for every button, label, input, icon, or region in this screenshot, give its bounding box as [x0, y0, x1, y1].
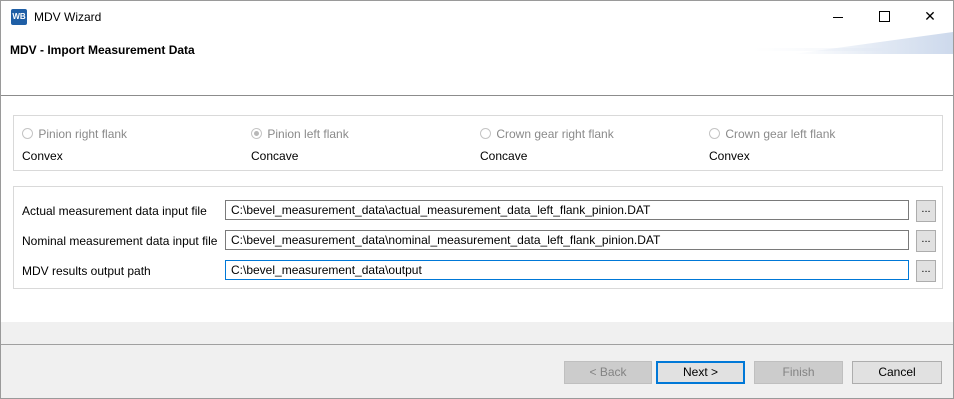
next-button[interactable]: Next > [656, 361, 745, 384]
flank-type-label: Convex [22, 149, 63, 163]
actual-data-input[interactable]: C:\bevel_measurement_data\actual_measure… [225, 200, 909, 220]
mdv-wizard-window: WB MDV Wizard ✕ MDV - Import Measurement… [0, 0, 954, 399]
banner-decoration-graphic [793, 32, 953, 54]
flank-selection-group: Pinion right flank Convex Pinion left fl… [13, 115, 943, 171]
nominal-data-row: Nominal measurement data input file C:\b… [14, 228, 942, 252]
back-button[interactable]: < Back [564, 361, 652, 384]
radio-row[interactable]: Pinion left flank [251, 126, 349, 141]
output-path-input[interactable]: C:\bevel_measurement_data\output [225, 260, 909, 280]
maximize-icon [879, 11, 890, 22]
output-path-label: MDV results output path [22, 264, 151, 278]
workbench-app-icon: WB [11, 9, 27, 25]
window-title: MDV Wizard [34, 10, 102, 24]
radio-row[interactable]: Crown gear left flank [709, 126, 835, 141]
crown-gear-left-flank-radio[interactable] [709, 128, 720, 140]
close-icon: ✕ [924, 8, 936, 24]
nominal-data-input[interactable]: C:\bevel_measurement_data\nominal_measur… [225, 230, 909, 250]
actual-data-row: Actual measurement data input file C:\be… [14, 198, 942, 222]
close-button[interactable]: ✕ [907, 1, 953, 32]
output-path-row: MDV results output path C:\bevel_measure… [14, 258, 942, 282]
pinion-right-flank-radio[interactable] [22, 128, 33, 140]
radio-row[interactable]: Crown gear right flank [480, 126, 614, 141]
wizard-banner: MDV - Import Measurement Data [1, 32, 953, 96]
flank-type-label: Concave [480, 149, 528, 163]
radio-label: Crown gear right flank [496, 126, 614, 141]
actual-data-browse-button[interactable]: ... [916, 200, 936, 222]
footer-separator [1, 344, 953, 345]
minimize-button[interactable] [815, 1, 861, 32]
wizard-content: Pinion right flank Convex Pinion left fl… [1, 96, 953, 322]
radio-label: Pinion left flank [267, 126, 349, 141]
nominal-data-label: Nominal measurement data input file [22, 234, 218, 248]
radio-label: Crown gear left flank [725, 126, 836, 141]
radio-row[interactable]: Pinion right flank [22, 126, 127, 141]
crown-gear-right-flank-radio[interactable] [480, 128, 491, 140]
flank-type-label: Convex [709, 149, 750, 163]
title-bar[interactable]: WB MDV Wizard ✕ [1, 1, 953, 32]
minimize-icon [833, 17, 843, 18]
maximize-button[interactable] [861, 1, 907, 32]
nominal-data-browse-button[interactable]: ... [916, 230, 936, 252]
flank-type-label: Concave [251, 149, 299, 163]
output-path-browse-button[interactable]: ... [916, 260, 936, 282]
file-paths-group: Actual measurement data input file C:\be… [13, 186, 943, 289]
page-title: MDV - Import Measurement Data [10, 43, 195, 57]
finish-button[interactable]: Finish [754, 361, 843, 384]
radio-label: Pinion right flank [38, 126, 128, 141]
cancel-button[interactable]: Cancel [852, 361, 942, 384]
pinion-left-flank-radio[interactable] [251, 128, 262, 140]
actual-data-label: Actual measurement data input file [22, 204, 207, 218]
